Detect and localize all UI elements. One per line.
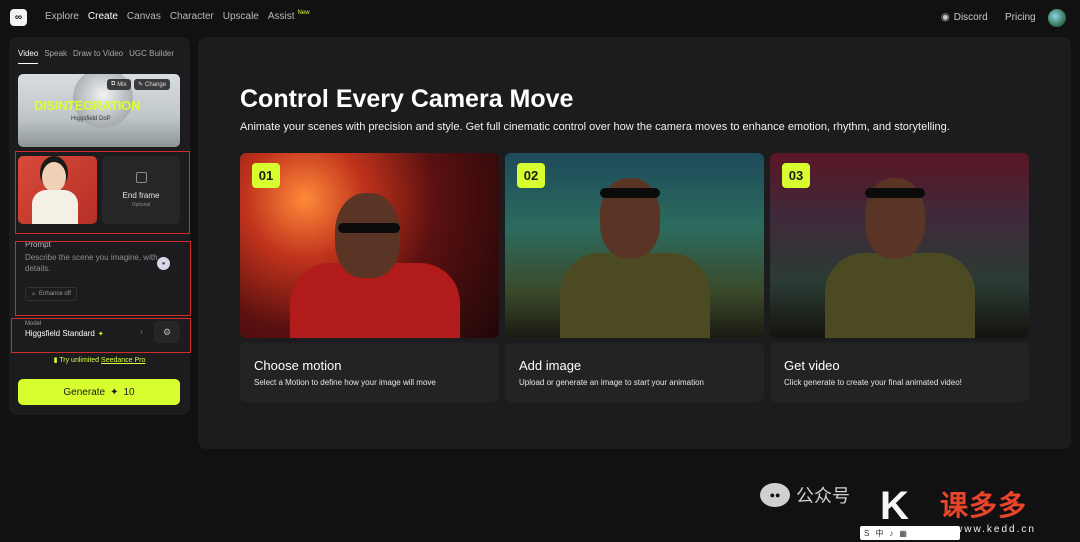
step-desc: Upload or generate an image to start you… (519, 378, 704, 387)
mix-label: Mix (117, 81, 127, 88)
highlight-box-frames (15, 151, 190, 234)
generate-cost: 10 (123, 386, 135, 398)
user-avatar[interactable] (1048, 9, 1066, 27)
nav-character[interactable]: Character (170, 11, 214, 22)
pencil-icon: ✎ (138, 82, 144, 88)
generate-label: Generate (63, 386, 106, 398)
ime-logo-icon: S (864, 528, 870, 538)
step-card[interactable]: 03 Get video Click generate to create yo… (770, 153, 1029, 402)
step-info: Choose motion Select a Motion to define … (240, 343, 499, 402)
step-number: 02 (517, 163, 545, 188)
tab-speak[interactable]: Speak (44, 49, 67, 64)
jacket (560, 253, 710, 338)
sparkle-icon: ✦ (110, 386, 119, 398)
change-button[interactable]: ✎ Change (134, 79, 171, 90)
page-subtitle: Animate your scenes with precision and s… (240, 121, 950, 133)
step-card[interactable]: 01 Choose motion Select a Motion to defi… (240, 153, 499, 402)
step-image: 02 (505, 153, 764, 338)
sunglasses (600, 188, 660, 198)
jacket (825, 253, 975, 338)
nav-explore[interactable]: Explore (45, 11, 79, 22)
mode-tabs: Video Speak Draw to Video UGC Builder (18, 49, 174, 64)
ime-lang-icon: 中 (875, 528, 884, 538)
step-number: 03 (782, 163, 810, 188)
step-title: Choose motion (254, 358, 342, 373)
discord-link[interactable]: ◉ Discord (941, 12, 988, 23)
step-title: Get video (784, 358, 840, 373)
mix-icon: ⧉ (111, 81, 116, 87)
discord-icon: ◉ (941, 12, 950, 23)
pricing-link[interactable]: Pricing (1005, 12, 1036, 23)
wechat-watermark: ●● 公众号 (760, 482, 850, 508)
wechat-icon: ●● (760, 483, 790, 507)
step-image: 03 (770, 153, 1029, 338)
main-panel: Control Every Camera Move Animate your s… (198, 37, 1071, 449)
nav-assist[interactable]: Assist (268, 11, 295, 22)
change-label: Change (145, 81, 167, 88)
nav-upscale[interactable]: Upscale (223, 11, 259, 22)
step-title: Add image (519, 358, 582, 373)
face (335, 193, 400, 278)
step-card[interactable]: 02 Add image Upload or generate an image… (505, 153, 764, 402)
tab-ugc-builder[interactable]: UGC Builder (129, 49, 174, 64)
highlight-box-model (11, 318, 191, 353)
nav-create[interactable]: Create (88, 11, 118, 22)
try-text: Try unlimited (59, 357, 100, 364)
nav-canvas[interactable]: Canvas (127, 11, 161, 22)
motion-title: DISINTEGRATION (34, 98, 141, 113)
watermark-brand: 课多多 (940, 490, 1028, 521)
page-title: Control Every Camera Move (240, 85, 574, 113)
discord-label: Discord (953, 12, 988, 23)
k-logo: K (880, 484, 909, 528)
tab-draw-to-video[interactable]: Draw to Video (73, 49, 123, 64)
step-info: Get video Click generate to create your … (770, 343, 1029, 402)
ime-toolbar: S 中 ♪ ▦ (860, 526, 960, 540)
mix-button[interactable]: ⧉ Mix (107, 79, 131, 90)
create-panel: Video Speak Draw to Video UGC Builder DI… (9, 37, 191, 415)
motion-card[interactable]: DISINTEGRATION Higgsfield DoP ⧉ Mix ✎ Chan… (18, 74, 180, 147)
watermark-url: www.kedd.cn (955, 524, 1036, 535)
step-desc: Click generate to create your final anim… (784, 378, 962, 387)
motion-subtitle: Higgsfield DoP (71, 116, 111, 122)
seedance-link[interactable]: Seedance Pro (101, 357, 145, 364)
tab-video[interactable]: Video (18, 49, 39, 64)
generate-button[interactable]: Generate ✦ 10 (18, 379, 180, 405)
step-desc: Select a Motion to define how your image… (254, 378, 436, 387)
top-nav: ∞ Explore Create Canvas Character Upscal… (0, 0, 1080, 36)
step-info: Add image Upload or generate an image to… (505, 343, 764, 402)
try-unlimited: ▮ Try unlimited Seedance Pro (9, 356, 190, 364)
main-nav: Explore Create Canvas Character Upscale … (45, 10, 310, 22)
sunglasses (338, 223, 400, 233)
new-badge: New (297, 10, 310, 16)
bars-icon: ▮ (53, 357, 58, 364)
sunglasses (865, 188, 925, 198)
ime-grid-icon: ▦ (899, 528, 907, 538)
logo-icon[interactable]: ∞ (10, 9, 27, 26)
step-image: 01 (240, 153, 499, 338)
ime-mic-icon: ♪ (889, 528, 894, 538)
highlight-box-prompt (15, 241, 191, 316)
step-number: 01 (252, 163, 280, 188)
watermark-text: 公众号 (796, 486, 850, 506)
